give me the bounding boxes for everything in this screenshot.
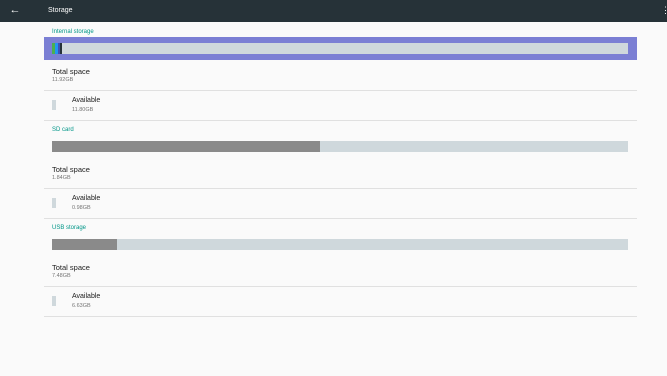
app-bar: ← Storage ⋮ [0,0,667,22]
available-value: 0.98GB [72,205,91,211]
available-label: Available [72,97,101,104]
total-space-value: 1.84GB [52,175,71,181]
internal-storage-usage-bar[interactable] [44,37,637,60]
available-color-swatch [52,198,56,208]
usage-bar-track [52,43,628,54]
total-space-label: Total space [52,67,90,76]
available-value: 11.80GB [72,107,94,113]
sd-total-space-row[interactable]: Total space 1.84GB [44,159,637,189]
available-label: Available [72,195,101,202]
internal-total-space-row[interactable]: Total space 11.92GB [44,61,637,91]
available-color-swatch [52,296,56,306]
usb-available-row[interactable]: Available 6.63GB [44,287,637,317]
usage-bar-track [52,239,628,250]
total-space-label: Total space [52,165,90,174]
available-label: Available [72,293,101,300]
usage-segment [60,43,63,54]
arrow-left-icon[interactable]: ← [8,3,22,17]
total-space-label: Total space [52,263,90,272]
usb-storage-usage-bar[interactable] [44,233,637,256]
available-color-swatch [52,100,56,110]
internal-available-row[interactable]: Available 11.80GB [44,91,637,121]
available-value: 6.63GB [72,303,91,309]
page-title: Storage [48,7,73,14]
section-header-usb-storage: USB storage [52,225,87,231]
section-header-sd-card: SD card [52,127,74,133]
section-header-internal-storage: Internal storage [52,29,94,35]
sd-card-usage-bar[interactable] [44,135,637,158]
usb-total-space-row[interactable]: Total space 7.48GB [44,257,637,287]
total-space-value: 7.48GB [52,273,71,279]
usage-bar-track [52,141,628,152]
more-vert-icon[interactable]: ⋮ [661,3,667,17]
usage-segment [52,239,118,250]
sd-available-row[interactable]: Available 0.98GB [44,189,637,219]
usage-segment [52,141,320,152]
total-space-value: 11.92GB [52,77,74,83]
